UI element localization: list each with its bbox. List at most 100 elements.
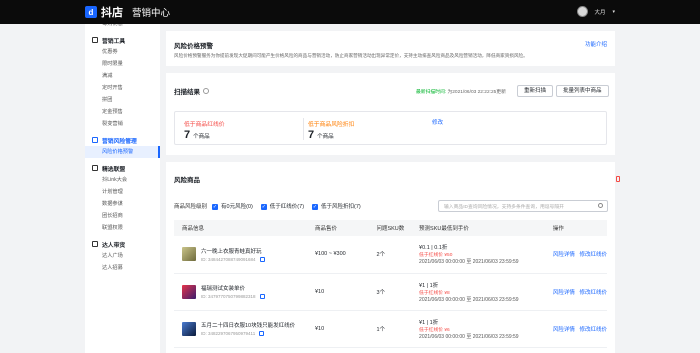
person-icon [92,241,98,247]
sidebar-item-group-buy[interactable]: 拼团 [85,94,160,106]
brand-name: 抖店 [101,7,123,19]
copy-icon[interactable] [259,294,265,299]
metric-discount-value: 7 [308,129,315,141]
chevron-down-icon[interactable]: ▾ [612,9,615,15]
product-name[interactable]: 六一晚上衣服青蛙真好玩 [201,247,265,255]
filter-below-redline[interactable]: ✓ 低于红线价(7) [260,202,304,210]
product-price: ¥10 [306,310,369,348]
price-period: 2021/06/03 00:00:00 至 2021/06/03 23:59:5… [419,296,519,303]
app-subtitle: 营销中心 [132,8,171,19]
sidebar-item-link-conference[interactable]: 抖Link大会 [85,174,160,186]
product-thumbnail[interactable] [182,284,196,299]
col-sku-count: 问题SKU数 [368,220,412,236]
redline-tag: 低于红线价 ¥6 [419,327,450,333]
col-actions: 操作 [544,220,607,236]
sidebar-group-marketing-tools[interactable]: 营销工具 [85,34,160,46]
user-menu[interactable]: 大月 ▾ [577,6,615,17]
product-thumbnail[interactable] [182,247,196,262]
product-id: ID: 3482297067950979411 [201,331,256,336]
alliance-icon [92,165,98,171]
price-period: 2021/06/03 00:00:00 至 2021/06/03 23:59:5… [419,333,519,340]
sidebar-group-alliance[interactable]: 精选联盟 [85,162,160,174]
sidebar-item-data-advisor[interactable]: 数据参谋 [85,198,160,210]
user-name[interactable]: 大月 [594,8,605,16]
checkbox-checked-icon[interactable]: ✓ [260,203,267,210]
metric-redline-label: 低于商品红线价 [184,122,225,128]
price-period: 2021/06/03 00:00:00 至 2021/06/03 23:59:5… [419,259,519,266]
sidebar-item-full-reduction[interactable]: 满减 [85,70,160,82]
edit-link[interactable]: 修改 [432,118,443,126]
predicted-price: ¥1 | 1折 [419,319,439,326]
filter-label: 商品风险级别 [174,204,208,210]
sidebar: 每购优惠 营销工具 优惠券 限时限量 满减 定时开售 拼团 定金预售 裂变营销 … [85,24,160,353]
sidebar-item-scheduled-sale[interactable]: 定时开售 [85,82,160,94]
help-circle-icon[interactable] [203,88,209,94]
risk-detail-link[interactable]: 风险详情 [553,290,575,296]
batch-list-button[interactable]: 批量列表中商品 [556,85,609,97]
avatar[interactable] [577,6,589,17]
sidebar-item-presale[interactable]: 定金预售 [85,106,160,118]
risk-detail-link[interactable]: 风险详情 [553,327,575,333]
sidebar-item-plan-management[interactable]: 计划管理 [85,186,160,198]
redline-tag: 低于红线价 ¥50 [419,253,453,259]
sidebar-group-influencer[interactable]: 达人带货 [85,238,160,250]
feature-intro-link[interactable]: 功能介绍 [585,40,607,48]
product-id: ID: 3484427088749091684 [201,256,256,262]
scan-result-title: 扫描结果 [174,89,200,96]
risk-detail-link[interactable]: 风险详情 [553,252,575,258]
rescan-button[interactable]: 重新扫描 [517,85,554,97]
scan-status-time: 为2021/06/03 22:22:25更新 [447,90,506,95]
info-card: 风险价格预警 功能介绍 风险价格预警服务为你提前发现大促期间可能产生价格风险的商… [166,31,615,66]
product-name[interactable]: 福瑞测试女装单价 [201,284,265,292]
search-placeholder: 输入商品ID查询风险情况，支持多条件查询，用逗号隔开 [444,205,564,210]
filter-zero-risk[interactable]: ✓ 有0元风险(0) [212,202,253,210]
col-predicted-price: 预测SKU最低到手价 [411,220,545,236]
copy-icon[interactable] [259,256,265,262]
page-description: 风险价格预警服务为你提前发现大促期间可能产生价格风险的商品与营销活动，防止商家营… [174,53,528,58]
risk-filter-bar: 商品风险级别 ✓ 有0元风险(0) ✓ 低于红线价(7) ✓ 低于风险折扣(7) [174,202,361,210]
filter-below-discount[interactable]: ✓ 低于风险折扣(7) [312,202,361,210]
search-input[interactable]: 输入商品ID查询风险情况，支持多条件查询，用逗号隔开 [438,200,608,212]
logo-mark: d [85,6,97,18]
sidebar-item-influencer-square[interactable]: 达人广场 [85,250,160,262]
product-thumbnail[interactable] [182,321,196,336]
table-row: 五月二十四日衣服10块钱只能发红线价 ID: 34822970679509794… [174,310,607,348]
table-row: 福瑞测试女装单价 ID: 3479770750799882318 ¥10 3个 … [174,273,607,311]
sidebar-item-risk-price-warning[interactable]: 风险价格预警 [85,146,160,158]
checkbox-checked-icon[interactable]: ✓ [312,203,319,210]
risk-products-title: 风险商品 [174,177,200,184]
sidebar-item-influencer-recruit[interactable]: 达人招募 [85,262,160,274]
copy-icon[interactable] [259,331,265,336]
sidebar-item-leader-recruit[interactable]: 团长招商 [85,210,160,222]
sidebar-item-fission[interactable]: 裂变营销 [85,118,160,130]
search-icon[interactable] [598,203,603,208]
metric-discount-unit: 个商品 [317,134,334,140]
tools-icon [92,37,98,43]
top-bar: d 抖店 营销中心 大月 ▾ [0,0,700,24]
predicted-price: ¥1 | 1折 [419,282,439,289]
page-title: 风险价格预警 [174,43,213,50]
sku-count: 3个 [368,273,412,311]
product-name[interactable]: 五月二十四日衣服10块钱只能发红线价 [201,321,295,329]
edit-redline-link[interactable]: 修改红线价 [579,252,607,258]
product-price: ¥100 ~ ¥300 [306,236,369,274]
checkbox-checked-icon[interactable]: ✓ [212,203,219,210]
logo[interactable]: d 抖店 营销中心 [85,4,170,20]
sidebar-item-alliance-permission[interactable]: 联盟权限 [85,222,160,234]
shield-icon [92,137,98,143]
floating-bookmark-icon[interactable] [616,176,620,182]
scan-result-card: 扫描结果 最新扫描时间: 为2021/06/03 22:22:25更新 重新扫描… [166,73,615,155]
edit-redline-link[interactable]: 修改红线价 [579,290,607,296]
scan-status-label: 最新扫描时间: [416,90,447,95]
product-id: ID: 3479770750799882318 [201,294,256,299]
sku-count: 1个 [368,310,412,348]
sidebar-group-risk-management[interactable]: 营销风险管理 [85,134,160,146]
table-row: 六一晚上衣服青蛙真好玩 ID: 3484427088749091684 ¥100… [174,236,607,274]
sku-count: 2个 [368,236,412,274]
risk-products-table: 商品信息 商品售价 问题SKU数 预测SKU最低到手价 操作 六一晚上衣服青蛙真… [174,220,607,348]
edit-redline-link[interactable]: 修改红线价 [579,327,607,333]
sidebar-item-coupon[interactable]: 优惠券 [85,46,160,58]
sidebar-item-flash-sale[interactable]: 限时限量 [85,58,160,70]
col-product-info: 商品信息 [174,220,307,236]
metric-redline-unit: 个商品 [193,134,210,140]
